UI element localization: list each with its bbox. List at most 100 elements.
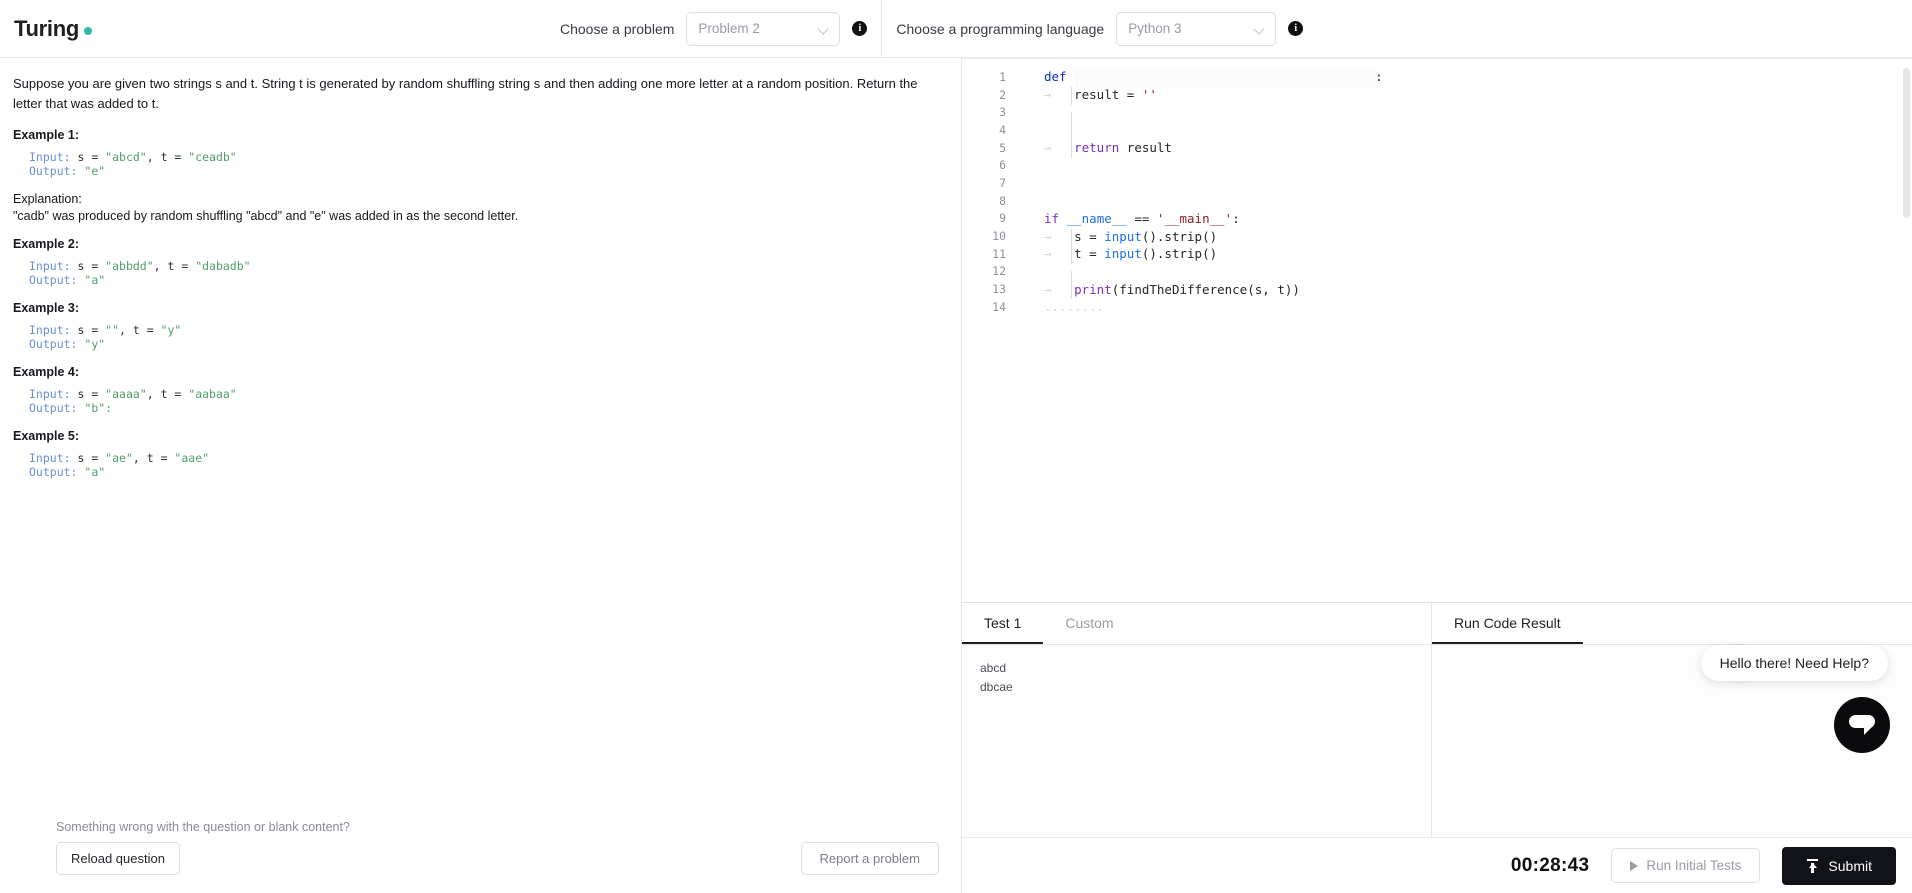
example-title: Example 2: bbox=[13, 237, 80, 252]
code-line: 14 ........ bbox=[962, 298, 1912, 316]
line-content: → result = '' bbox=[1018, 87, 1157, 105]
language-selector-group: Choose a programming language Python 3 i bbox=[896, 11, 1304, 46]
output-value: "b": bbox=[77, 401, 113, 416]
s-value: "ae" bbox=[105, 451, 133, 466]
language-select-label: Choose a programming language bbox=[896, 20, 1105, 37]
submit-button[interactable]: Submit bbox=[1782, 846, 1896, 885]
play-icon bbox=[1630, 860, 1639, 871]
example-code: Input: s = "abcd", t = "ceadb" Output: "… bbox=[13, 150, 939, 178]
output-label: Output: bbox=[29, 273, 78, 288]
upload-icon bbox=[1806, 858, 1819, 873]
brand-logo[interactable]: Turing bbox=[0, 16, 560, 42]
test-case-content[interactable]: abcd dbcae bbox=[962, 645, 1431, 837]
example-code: Input: s = "", t = "y" Output: "y" bbox=[13, 323, 939, 351]
test-input-line: dbcae bbox=[980, 679, 1013, 694]
problem-select[interactable]: Problem 2 bbox=[686, 11, 841, 46]
input-expr: s = bbox=[70, 259, 106, 274]
example-code: Input: s = "ae", t = "aae" Output: "a" bbox=[13, 451, 939, 479]
problem-footer: Something wrong with the question or bla… bbox=[0, 820, 961, 893]
language-select[interactable]: Python 3 bbox=[1116, 11, 1277, 46]
editor-scrollbar[interactable] bbox=[1903, 68, 1910, 218]
input-expr: s = bbox=[70, 150, 106, 165]
input-label: Input: bbox=[29, 323, 71, 338]
example-title: Example 4: bbox=[13, 365, 80, 380]
run-initial-tests-button[interactable]: Run Initial Tests bbox=[1611, 848, 1761, 883]
header-divider bbox=[881, 0, 883, 58]
editor-pane: 1 def findTheDifference(s: str, t: str) … bbox=[962, 58, 1912, 893]
input-label: Input: bbox=[29, 387, 71, 402]
test-tabs: Test 1 Custom bbox=[962, 603, 1431, 645]
code-line: 6 bbox=[962, 156, 1912, 174]
code-line: 2 → result = '' bbox=[962, 86, 1912, 105]
code-line: 13 → print(findTheDifference(s, t)) bbox=[962, 280, 1912, 300]
line-content: → return result bbox=[1018, 140, 1172, 158]
countdown-timer: 00:28:43 bbox=[1510, 854, 1590, 876]
t-value: "aae" bbox=[174, 451, 210, 466]
bottom-panels: Test 1 Custom abcd dbcae Run Code Result bbox=[962, 603, 1912, 837]
logo-dot-icon bbox=[84, 26, 92, 35]
output-label: Output: bbox=[29, 164, 78, 179]
line-content: → t = input().strip() bbox=[1018, 246, 1217, 264]
code-line: 11 → t = input().strip() bbox=[962, 245, 1912, 264]
code-line: 9 if __name__ == '__main__': bbox=[962, 210, 1912, 228]
wrong-question-text: Something wrong with the question or bla… bbox=[56, 820, 350, 834]
output-label: Output: bbox=[29, 401, 78, 416]
line-number: 5 bbox=[999, 140, 1006, 155]
problem-pane: Suppose you are given two strings s and … bbox=[0, 58, 962, 893]
code-line: 12 bbox=[962, 263, 1912, 290]
problem-description: Suppose you are given two strings s and … bbox=[0, 58, 961, 820]
example-code: Input: s = "abbdd", t = "dabadb" Output:… bbox=[13, 259, 939, 287]
input-sep: , t = bbox=[146, 387, 189, 402]
coding-assessment-page: Turing Choose a problem Problem 2 i Choo… bbox=[0, 0, 1912, 893]
explanation-text: "cadb" was produced by random shuffling … bbox=[13, 209, 519, 224]
submit-label: Submit bbox=[1828, 857, 1872, 874]
line-number: 3 bbox=[999, 105, 1006, 120]
input-sep: , t = bbox=[153, 259, 196, 274]
code-line: 7 bbox=[962, 174, 1912, 192]
report-problem-button[interactable]: Report a problem bbox=[800, 842, 939, 875]
t-value: "y" bbox=[160, 323, 182, 338]
problem-select-label: Choose a problem bbox=[560, 20, 675, 37]
s-value: "abcd" bbox=[105, 150, 147, 165]
code-line: 10 → s = input().strip() bbox=[962, 227, 1912, 247]
line-number: 1 bbox=[999, 69, 1006, 84]
app-header: Turing Choose a problem Problem 2 i Choo… bbox=[0, 0, 1912, 58]
input-label: Input: bbox=[29, 259, 71, 274]
example-title: Example 1: bbox=[13, 128, 80, 143]
line-content: → s = input().strip() bbox=[1018, 228, 1217, 247]
input-label: Input: bbox=[29, 451, 71, 466]
input-sep: , t = bbox=[132, 451, 175, 466]
output-value: "y" bbox=[77, 337, 106, 352]
output-value: "a" bbox=[77, 273, 106, 288]
problem-info-icon[interactable]: i bbox=[852, 21, 868, 36]
main-body: Suppose you are given two strings s and … bbox=[0, 58, 1912, 893]
tab-run-code-result[interactable]: Run Code Result bbox=[1432, 603, 1583, 644]
chat-launcher-button[interactable] bbox=[1834, 697, 1890, 753]
input-sep: , t = bbox=[146, 150, 189, 165]
line-number: 9 bbox=[999, 211, 1006, 226]
reload-question-button[interactable]: Reload question bbox=[56, 842, 180, 875]
language-info-icon[interactable]: i bbox=[1288, 21, 1304, 36]
chevron-down-icon bbox=[819, 24, 829, 34]
input-sep: , t = bbox=[119, 323, 161, 338]
tab-custom[interactable]: Custom bbox=[1043, 603, 1135, 644]
test-panel: Test 1 Custom abcd dbcae bbox=[962, 603, 1432, 837]
example-title: Example 5: bbox=[13, 429, 80, 444]
t-value: "ceadb" bbox=[188, 150, 237, 165]
tab-test-1[interactable]: Test 1 bbox=[962, 603, 1044, 644]
code-line: 5 → return result bbox=[962, 139, 1912, 158]
line-number: 4 bbox=[999, 122, 1006, 137]
code-lines: 1 def findTheDifference(s: str, t: str) … bbox=[962, 68, 1912, 316]
explanation-label: Explanation: bbox=[13, 192, 82, 207]
output-value: "a" bbox=[77, 465, 106, 480]
output-label: Output: bbox=[29, 465, 78, 480]
line-number: 12 bbox=[992, 264, 1006, 279]
t-value: "dabadb" bbox=[195, 259, 251, 274]
code-line: 8 bbox=[962, 192, 1912, 210]
code-editor[interactable]: 1 def findTheDifference(s: str, t: str) … bbox=[962, 58, 1912, 603]
chat-greeting-bubble[interactable]: Hello there! Need Help? bbox=[1700, 645, 1888, 681]
line-number: 13 bbox=[992, 282, 1006, 297]
chevron-down-icon bbox=[1255, 24, 1265, 34]
s-value: "aaaa" bbox=[105, 387, 147, 402]
line-content: ........ bbox=[1018, 299, 1104, 314]
